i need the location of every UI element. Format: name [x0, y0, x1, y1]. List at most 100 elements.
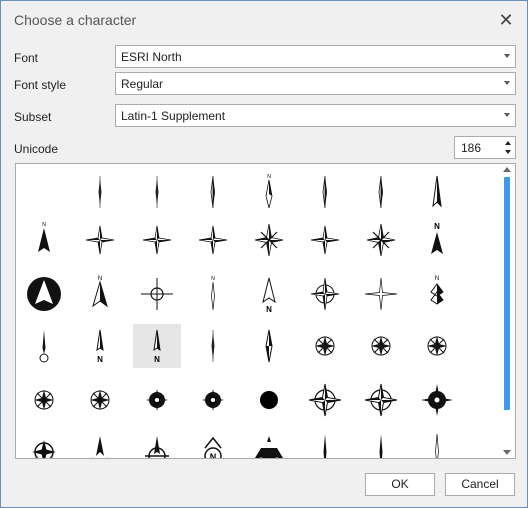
character-cell[interactable] — [357, 324, 405, 368]
needle-half-dark-glyph-icon — [322, 175, 327, 209]
character-cell[interactable] — [189, 378, 237, 422]
character-cell[interactable] — [413, 170, 461, 214]
character-cell[interactable] — [189, 170, 237, 214]
chevron-down-icon — [504, 113, 510, 117]
character-cell[interactable] — [357, 430, 405, 458]
star-4-nsew-glyph-icon — [198, 225, 228, 255]
character-cell[interactable] — [133, 430, 181, 458]
character-cell[interactable]: TN — [413, 430, 461, 458]
character-cell[interactable] — [20, 324, 68, 368]
character-cell[interactable] — [189, 218, 237, 262]
character-cell[interactable] — [76, 430, 124, 458]
character-cell[interactable] — [301, 378, 349, 422]
arrow-outline-n-glyph-icon: N — [92, 276, 108, 308]
character-cell[interactable] — [357, 170, 405, 214]
arrow-n-label-glyph-icon: N — [431, 222, 443, 254]
character-cell[interactable]: N — [189, 430, 237, 458]
unicode-value: 186 — [461, 141, 482, 155]
unicode-label: Unicode — [14, 142, 59, 156]
character-cell[interactable] — [76, 170, 124, 214]
svg-text:N: N — [154, 355, 160, 364]
needle-thin-tall-glyph-icon — [323, 434, 327, 458]
character-cell[interactable] — [76, 218, 124, 262]
scroll-up-icon[interactable] — [503, 167, 511, 172]
character-cell[interactable]: N — [413, 272, 461, 316]
needle-n-thin-glyph-icon: N — [211, 276, 215, 311]
close-icon[interactable]: ✕ — [497, 11, 515, 29]
character-cell[interactable] — [20, 272, 68, 316]
dialog-title: Choose a character — [14, 12, 137, 28]
character-cell[interactable] — [76, 378, 124, 422]
needle-half-dark-glyph-icon — [378, 175, 383, 209]
needle-tn-glyph-icon: TN — [435, 433, 439, 458]
character-cell[interactable]: N — [189, 272, 237, 316]
character-cell[interactable] — [357, 218, 405, 262]
svg-text:N: N — [211, 276, 215, 282]
character-cell[interactable] — [357, 272, 405, 316]
scroll-thumb[interactable] — [504, 177, 510, 410]
needle-half-dark-glyph-icon — [210, 175, 215, 209]
character-cell[interactable] — [133, 378, 181, 422]
circle-arrow-glyph-icon — [27, 277, 61, 311]
character-cell[interactable]: N — [76, 324, 124, 368]
needle-n-letter-glyph-icon: N — [96, 329, 104, 364]
character-cell[interactable] — [20, 378, 68, 422]
svg-text:N: N — [42, 222, 46, 228]
character-cell[interactable] — [133, 170, 181, 214]
character-cell[interactable] — [245, 430, 293, 458]
arrow-filled-n-glyph-icon: N — [38, 222, 50, 252]
character-cell[interactable] — [133, 218, 181, 262]
needle-thin-glyph-icon — [155, 176, 159, 208]
chevron-down-icon — [504, 81, 510, 85]
spin-down-icon[interactable] — [505, 150, 511, 154]
character-cell[interactable] — [20, 170, 68, 214]
subset-dropdown[interactable]: Latin-1 Supplement — [115, 104, 516, 127]
character-cell[interactable] — [189, 324, 237, 368]
character-cell[interactable] — [301, 170, 349, 214]
crosshair-circle-glyph-icon — [141, 278, 173, 310]
needle-thin-glyph-icon — [98, 176, 102, 208]
needle-circle-glyph-icon — [39, 330, 49, 363]
scroll-down-icon[interactable] — [503, 450, 511, 455]
character-cell[interactable] — [133, 272, 181, 316]
compass-rose-dark-glyph-icon — [202, 389, 224, 411]
needle-tall-n-glyph-icon: N — [265, 174, 273, 209]
character-cell[interactable]: N — [245, 170, 293, 214]
character-cell[interactable] — [301, 430, 349, 458]
character-cell[interactable]: N — [133, 324, 181, 368]
character-cell[interactable]: N — [413, 218, 461, 262]
character-cell[interactable] — [301, 324, 349, 368]
character-cell[interactable] — [301, 272, 349, 316]
spin-up-icon[interactable] — [505, 141, 511, 145]
grid-scrollbar[interactable] — [500, 163, 514, 459]
character-cell[interactable] — [413, 378, 461, 422]
character-cell[interactable]: N — [20, 218, 68, 262]
subset-label: Subset — [14, 110, 52, 124]
compass-rose-dark-large-glyph-icon — [421, 384, 453, 416]
character-grid: N N N N N N N N N N TN — [15, 163, 516, 459]
character-cell[interactable]: N — [76, 272, 124, 316]
ornate-n-badge-glyph-icon: N — [204, 436, 222, 458]
font-dropdown[interactable]: ESRI North — [115, 45, 516, 68]
font-style-label: Font style — [14, 78, 67, 92]
character-cell[interactable] — [245, 378, 293, 422]
character-cell[interactable] — [357, 378, 405, 422]
font-style-dropdown-value: Regular — [121, 77, 164, 91]
compass-rose-dark-glyph-icon — [146, 389, 168, 411]
character-cell[interactable] — [413, 324, 461, 368]
unicode-spinner[interactable]: 186 — [454, 136, 516, 159]
needle-diamond-glyph-icon — [265, 329, 273, 363]
star-4-light-nsew-glyph-icon — [364, 277, 398, 311]
character-cell[interactable] — [245, 324, 293, 368]
character-cell[interactable] — [245, 218, 293, 262]
ok-button[interactable]: OK — [365, 473, 435, 496]
subset-dropdown-value: Latin-1 Supplement — [121, 109, 226, 123]
cancel-button[interactable]: Cancel — [445, 473, 515, 496]
character-cell[interactable]: N — [245, 272, 293, 316]
svg-text:N: N — [97, 355, 103, 364]
character-cell[interactable] — [301, 218, 349, 262]
font-style-dropdown[interactable]: Regular — [115, 72, 516, 95]
chevron-down-icon — [504, 54, 510, 58]
ornate-needle-glyph-icon — [92, 436, 108, 458]
character-cell[interactable] — [20, 430, 68, 458]
